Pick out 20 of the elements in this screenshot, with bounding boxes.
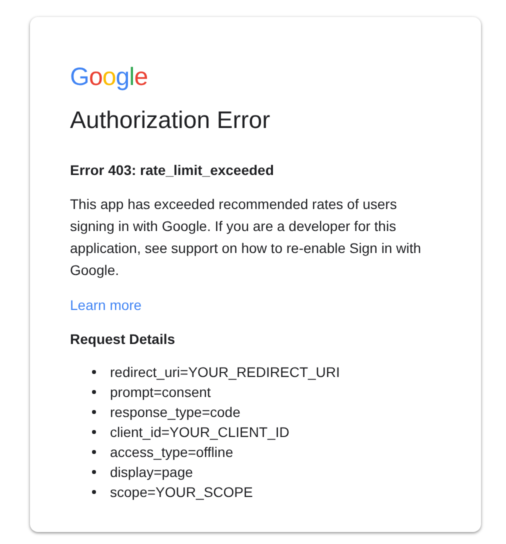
bullet-icon: [92, 410, 96, 414]
bullet-icon: [92, 390, 96, 394]
detail-item: response_type=code: [110, 403, 240, 422]
error-heading: Error 403: rate_limit_exceeded: [70, 161, 275, 179]
bullet-icon: [92, 470, 96, 474]
learn-more-link[interactable]: Learn more: [70, 297, 142, 313]
page-title: Authorization Error: [70, 106, 272, 136]
detail-item: prompt=consent: [110, 383, 211, 402]
detail-item: access_type=offline: [110, 443, 234, 462]
bullet-icon: [92, 370, 96, 374]
detail-item: client_id=YOUR_CLIENT_ID: [110, 423, 290, 442]
bullet-icon: [92, 450, 96, 454]
error-message: This app has exceeded recommended rates of users signing in with Google. If you are a developer for this application, see support on how to re-enable Sign in with Google.: [70, 195, 422, 280]
bullet-icon: [92, 490, 96, 494]
bullet-icon: [92, 430, 96, 434]
logo: Google: [70, 63, 148, 91]
detail-item: redirect_uri=YOUR_REDIRECT_URI: [110, 363, 340, 382]
detail-item: scope=YOUR_SCOPE: [110, 483, 253, 502]
detail-item: display=page: [110, 463, 193, 482]
details-heading: Request Details: [70, 330, 176, 348]
